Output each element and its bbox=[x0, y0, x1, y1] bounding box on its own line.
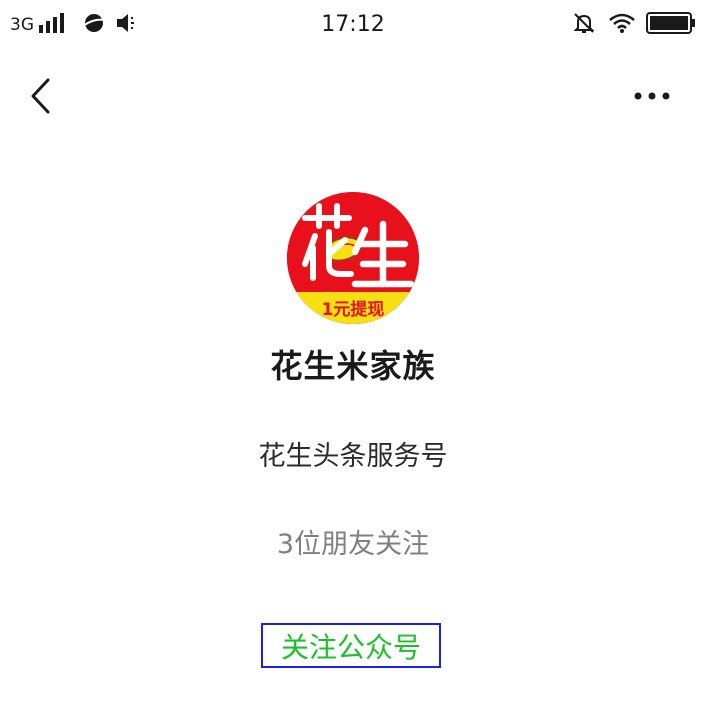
follow-account-button[interactable]: 关注公众号 bbox=[261, 623, 441, 668]
avatar-banner-text: 1元提现 bbox=[322, 300, 385, 320]
mute-bell-icon bbox=[572, 11, 596, 39]
status-bar-right bbox=[572, 12, 696, 38]
friends-following-count: 3位朋友关注 bbox=[276, 529, 430, 560]
back-button[interactable] bbox=[20, 74, 60, 118]
more-dots-icon bbox=[634, 92, 670, 100]
battery-icon bbox=[646, 11, 696, 39]
account-name: 花生米家族 bbox=[270, 347, 436, 385]
nav-bar bbox=[0, 60, 706, 132]
official-account-profile-screen: 3G 17:12 1元提现 花生米家族 花生头条服务号 3位朋友关注 关注公众号 bbox=[0, 0, 706, 709]
avatar-logo: 1元提现 bbox=[287, 192, 419, 324]
status-bar: 3G 17:12 bbox=[0, 0, 706, 52]
more-options-button[interactable] bbox=[628, 80, 676, 112]
account-avatar: 1元提现 bbox=[287, 192, 419, 324]
back-chevron-icon bbox=[31, 78, 50, 114]
account-description: 花生头条服务号 bbox=[258, 441, 448, 472]
wifi-icon bbox=[608, 12, 636, 38]
